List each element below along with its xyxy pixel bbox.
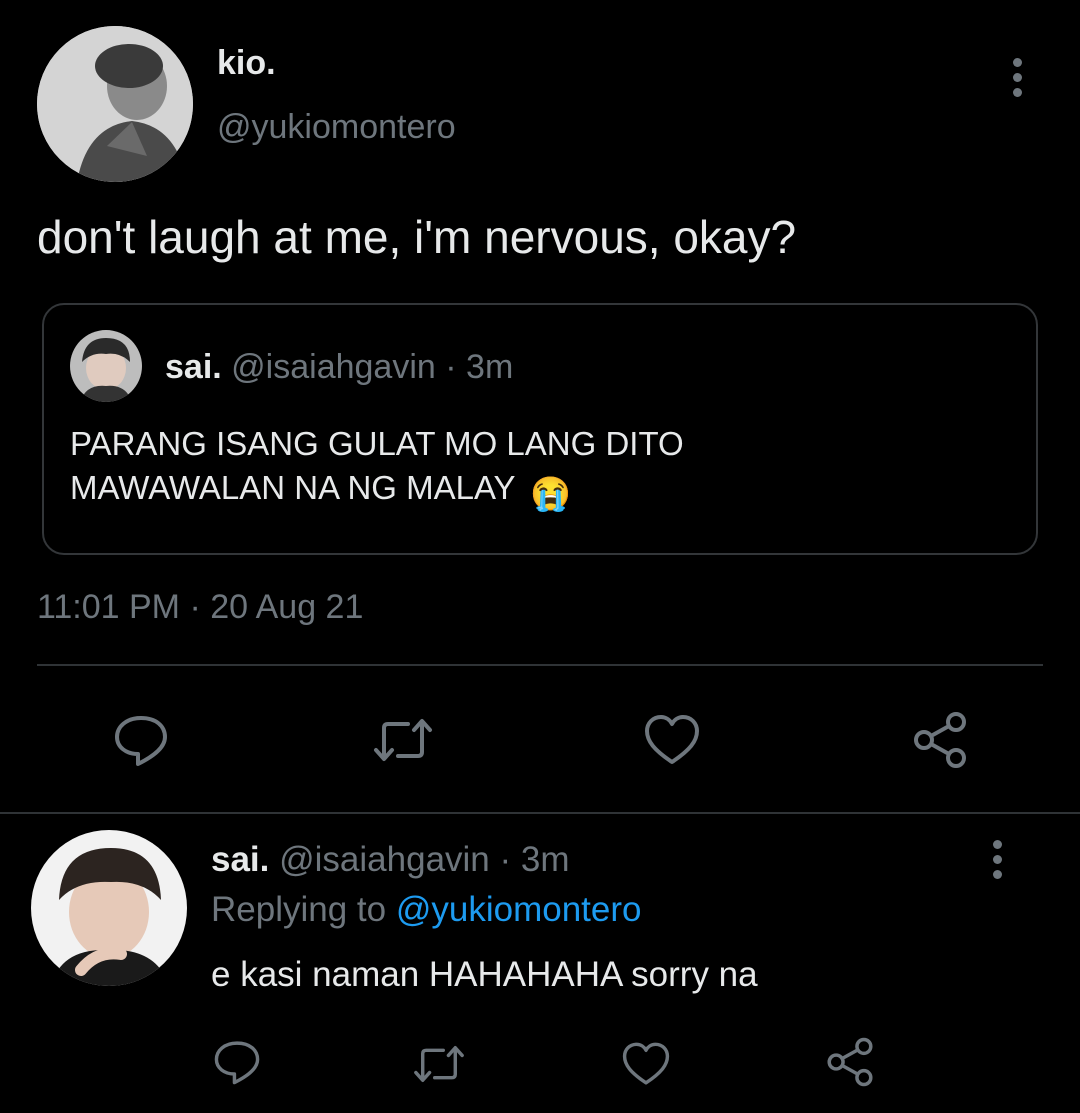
tweet-timestamp[interactable]: 11:01 PM · 20 Aug 21: [37, 588, 363, 627]
main-tweet-avatar[interactable]: [37, 26, 193, 182]
reply-text: e kasi naman HAHAHAHA sorry na: [211, 955, 758, 994]
reply-share-icon[interactable]: [824, 1036, 876, 1088]
reply-display-name[interactable]: sai.: [211, 840, 269, 879]
reply-retweet-icon[interactable]: [410, 1040, 468, 1088]
crying-face-emoji: 😭: [530, 475, 572, 512]
reply-age: · 3m: [499, 840, 570, 879]
replying-to-label: Replying to: [211, 890, 387, 929]
reply-icon[interactable]: [112, 712, 170, 768]
reply-more-vertical-icon[interactable]: [993, 840, 1002, 885]
share-icon[interactable]: [910, 710, 970, 770]
main-tweet-display-name[interactable]: kio.: [217, 44, 276, 83]
main-tweet-handle[interactable]: @yukiomontero: [217, 108, 456, 147]
divider-top: [37, 664, 1043, 666]
like-icon[interactable]: [642, 712, 702, 768]
quoted-tweet-avatar[interactable]: [70, 330, 142, 402]
replying-to-line: Replying to @yukiomontero: [211, 890, 641, 930]
reply-reply-icon[interactable]: [212, 1038, 262, 1086]
divider-bottom: [0, 812, 1080, 814]
reply-handle[interactable]: @isaiahgavin: [279, 840, 490, 879]
quoted-tweet-body: PARANG ISANG GULAT MO LANG DITO MAWAWALA…: [70, 425, 684, 506]
more-vertical-icon[interactable]: [1013, 58, 1022, 103]
replying-to-handle-link[interactable]: @yukiomontero: [396, 890, 642, 929]
quoted-tweet-handle[interactable]: @isaiahgavin: [231, 348, 436, 386]
reply-header: sai. @isaiahgavin · 3m: [211, 840, 570, 880]
quoted-tweet-text: PARANG ISANG GULAT MO LANG DITO MAWAWALA…: [70, 422, 790, 512]
quoted-tweet-display-name[interactable]: sai.: [165, 348, 222, 386]
reply-avatar[interactable]: [31, 830, 187, 986]
main-tweet-text: don't laugh at me, i'm nervous, okay?: [37, 211, 797, 263]
retweet-icon[interactable]: [370, 712, 436, 768]
reply-like-icon[interactable]: [620, 1040, 672, 1088]
quoted-tweet-header: sai. @isaiahgavin · 3m: [165, 348, 513, 387]
quoted-tweet-age: · 3m: [445, 348, 514, 386]
